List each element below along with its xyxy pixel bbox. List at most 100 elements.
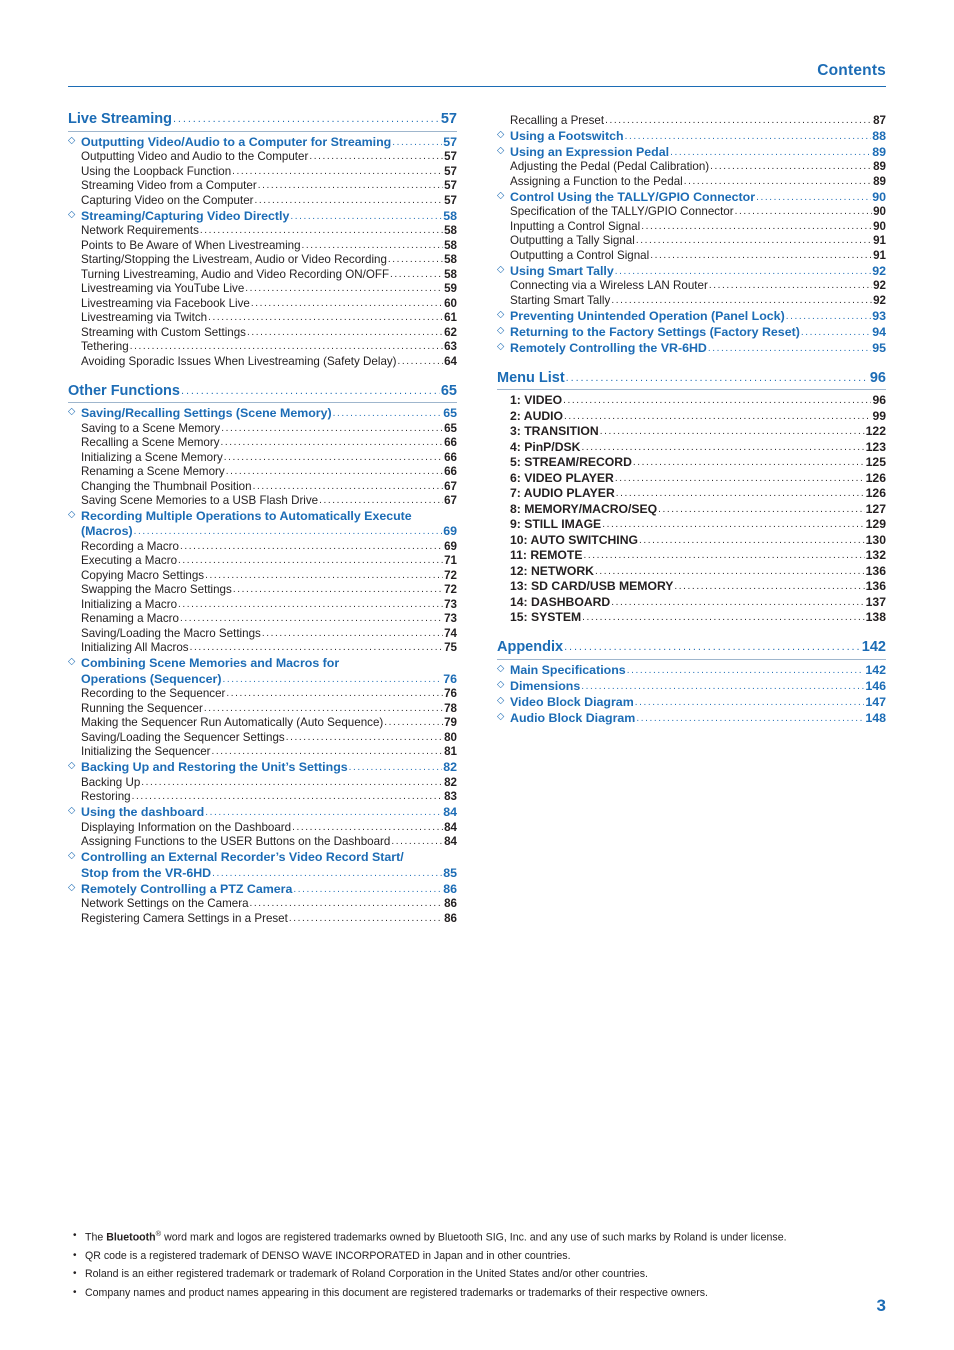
toc-entry[interactable]: Operations (Sequencer)..................… <box>68 672 457 686</box>
toc-leader-dots: ........................................… <box>641 221 872 232</box>
toc-leader-dots: ........................................… <box>708 281 872 291</box>
toc-entry[interactable]: Streaming Video from a Computer.........… <box>68 180 457 192</box>
toc-entry[interactable]: Tethering...............................… <box>68 341 457 353</box>
toc-entry[interactable]: Streaming with Custom Settings..........… <box>68 325 457 339</box>
toc-entry[interactable]: Recalling a Scene Memory................… <box>68 437 457 449</box>
toc-entry[interactable]: Livestreaming via YouTube Live..........… <box>68 283 457 295</box>
toc-entry[interactable]: ◇ Outputting Video/Audio to a Computer fo… <box>68 135 457 149</box>
toc-entry[interactable]: Saving/Loading the Macro Settings.......… <box>68 628 457 640</box>
toc-entry[interactable]: ◇ Using Smart Tally......................… <box>497 264 886 278</box>
toc-entry[interactable]: Renaming a Macro........................… <box>68 613 457 625</box>
toc-entry[interactable]: 3: TRANSITION...........................… <box>497 425 886 438</box>
toc-entry[interactable]: Points to Be Aware of When Livestreaming… <box>68 239 457 252</box>
toc-entry[interactable]: Starting/Stopping the Livestream, Audio … <box>68 254 457 266</box>
toc-entry[interactable]: Initializing All Macros.................… <box>68 642 457 654</box>
toc-right-column: Recalling a Preset......................… <box>497 112 886 925</box>
toc-entry[interactable]: ◇ Dimensions.............................… <box>497 679 886 693</box>
toc-entry[interactable]: 11: REMOTE..............................… <box>497 549 886 562</box>
toc-entry[interactable]: Using the Loopback Function.............… <box>68 165 457 178</box>
toc-leader-dots: ........................................… <box>638 535 865 546</box>
toc-entry[interactable]: Connecting via a Wireless LAN Router....… <box>497 280 886 292</box>
toc-entry[interactable]: ◇ Streaming/Capturing Video Directly.....… <box>68 209 457 223</box>
toc-entry[interactable]: Livestreaming via Facebook Live.........… <box>68 297 457 310</box>
toc-entry[interactable]: Capturing Video on the Computer.........… <box>68 194 457 207</box>
toc-entry[interactable]: 15: SYSTEM..............................… <box>497 611 886 624</box>
toc-entry[interactable]: Stop from the VR-6HD....................… <box>68 866 457 880</box>
toc-entry[interactable]: Specification of the TALLY/GPIO Connecto… <box>497 206 886 218</box>
toc-entry[interactable]: 12: NETWORK.............................… <box>497 564 886 578</box>
toc-entry[interactable]: ◇ Controlling an External Recorder’s Vide… <box>68 851 457 864</box>
toc-entry[interactable]: Turning Livestreaming, Audio and Video R… <box>68 268 457 281</box>
toc-entry[interactable]: Network Requirements....................… <box>68 225 457 237</box>
toc-entry[interactable]: ◇ Main Specifications....................… <box>497 663 886 677</box>
toc-entry[interactable]: ◇ Combining Scene Memories and Macros for <box>68 657 457 670</box>
toc-entry[interactable]: Swapping the Macro Settings.............… <box>68 584 457 596</box>
toc-entry-label: ◇ Saving/Recalling Settings (Scene Memory… <box>68 406 332 420</box>
toc-entry[interactable]: Displaying Information on the Dashboard.… <box>68 822 457 834</box>
toc-entry[interactable]: Executing a Macro.......................… <box>68 555 457 567</box>
toc-entry[interactable]: ◇ Control Using the TALLY/GPIO Connector.… <box>497 190 886 204</box>
toc-leader-dots: ........................................… <box>179 614 443 625</box>
toc-entry[interactable]: 2: AUDIO................................… <box>497 409 886 423</box>
toc-entry[interactable]: Initializing the Sequencer..............… <box>68 746 457 758</box>
toc-entry[interactable]: ◇ Audio Block Diagram....................… <box>497 711 886 725</box>
toc-entry-page: 62 <box>444 325 457 339</box>
toc-entry[interactable]: Recording to the Sequencer..............… <box>68 688 457 700</box>
toc-entry[interactable]: Outputting a Tally Signal...............… <box>497 235 886 247</box>
toc-entry[interactable]: Saving to a Scene Memory................… <box>68 422 457 435</box>
toc-entry[interactable]: Outputting a Control Signal.............… <box>497 249 886 262</box>
toc-entry[interactable]: Starting Smart Tally....................… <box>497 294 886 307</box>
toc-entry[interactable]: ◇ Video Block Diagram....................… <box>497 695 886 709</box>
toc-entry[interactable]: Making the Sequencer Run Automatically (… <box>68 717 457 729</box>
toc-entry[interactable]: 7: AUDIO PLAYER.........................… <box>497 487 886 500</box>
toc-entry[interactable]: Renaming a Scene Memory.................… <box>68 466 457 478</box>
footnote-item: Company names and product names appearin… <box>72 1285 886 1301</box>
toc-entry[interactable]: ◇ Using the dashboard....................… <box>68 806 457 819</box>
toc-entry[interactable]: Other Functions.........................… <box>68 383 457 402</box>
toc-entry[interactable]: Appendix................................… <box>497 640 886 658</box>
toc-entry[interactable]: 6: VIDEO PLAYER.........................… <box>497 471 886 485</box>
toc-entry[interactable]: ◇ Returning to the Factory Settings (Fact… <box>497 325 886 339</box>
toc-entry[interactable]: Inputting a Control Signal..............… <box>497 220 886 233</box>
toc-entry[interactable]: 13: SD CARD/USB MEMORY..................… <box>497 580 886 593</box>
toc-entry[interactable]: Copying Macro Settings..................… <box>68 570 457 582</box>
toc-entry[interactable]: Outputting Video and Audio to the Comput… <box>68 151 457 163</box>
toc-entry[interactable]: Adjusting the Pedal (Pedal Calibration).… <box>497 161 886 173</box>
toc-entry[interactable]: Assigning Functions to the USER Buttons … <box>68 836 457 848</box>
toc-entry[interactable]: 8: MEMORY/MACRO/SEQ.....................… <box>497 502 886 516</box>
toc-entry-page: 83 <box>444 790 457 804</box>
toc-entry[interactable]: Saving/Loading the Sequencer Settings...… <box>68 732 457 744</box>
toc-entry[interactable]: 1: VIDEO................................… <box>497 394 886 407</box>
toc-entry[interactable]: Menu List...............................… <box>497 370 886 389</box>
toc-entry[interactable]: Assigning a Function to the Pedal.......… <box>497 175 886 188</box>
toc-entry[interactable]: ◇ Backing Up and Restoring the Unit’s Set… <box>68 761 457 774</box>
toc-entry[interactable]: Initializing a Scene Memory.............… <box>68 451 457 464</box>
toc-entry[interactable]: Recording a Macro.......................… <box>68 541 457 553</box>
toc-entry[interactable]: 10: AUTO SWITCHING......................… <box>497 533 886 547</box>
toc-entry[interactable]: Restoring...............................… <box>68 791 457 803</box>
toc-entry[interactable]: ◇ Remotely Controlling the VR-6HD........… <box>497 341 886 355</box>
toc-entry[interactable]: 14: DASHBOARD...........................… <box>497 595 886 609</box>
toc-entry[interactable]: Changing the Thumbnail Position.........… <box>68 480 457 493</box>
toc-entry[interactable]: 5: STREAM/RECORD........................… <box>497 456 886 469</box>
toc-entry[interactable]: Livestreaming via Twitch................… <box>68 312 457 324</box>
toc-entry[interactable]: ◇ Preventing Unintended Operation (Panel … <box>497 309 886 323</box>
toc-entry[interactable]: Live Streaming..........................… <box>68 112 457 130</box>
toc-entry[interactable]: Backing Up..............................… <box>68 777 457 789</box>
toc-entry[interactable]: (Macros)................................… <box>68 525 457 538</box>
toc-entry[interactable]: Saving Scene Memories to a USB Flash Dri… <box>68 495 457 507</box>
toc-entry[interactable]: ◇ Recording Multiple Operations to Automa… <box>68 510 457 523</box>
toc-entry[interactable]: 4: PinP/DSK.............................… <box>497 440 886 454</box>
toc-entry[interactable]: ◇ Remotely Controlling a PTZ Camera......… <box>68 882 457 896</box>
toc-entry[interactable]: Running the Sequencer...................… <box>68 703 457 715</box>
toc-entry[interactable]: Avoiding Sporadic Issues When Livestream… <box>68 355 457 368</box>
toc-entry[interactable]: Registering Camera Settings in a Preset.… <box>68 913 457 925</box>
toc-entry[interactable]: ◇ Saving/Recalling Settings (Scene Memory… <box>68 407 457 420</box>
toc-entry[interactable]: Recalling a Preset......................… <box>497 114 886 127</box>
toc-entry[interactable]: ◇ Using a Footswitch.....................… <box>497 129 886 143</box>
toc-entry[interactable]: Network Settings on the Camera..........… <box>68 898 457 910</box>
toc-entry[interactable]: 9: STILL IMAGE..........................… <box>497 518 886 531</box>
toc-entry[interactable]: ◇ Using an Expression Pedal..............… <box>497 145 886 159</box>
toc-entry-page: 66 <box>444 465 457 478</box>
toc-entry[interactable]: Initializing a Macro....................… <box>68 599 457 611</box>
